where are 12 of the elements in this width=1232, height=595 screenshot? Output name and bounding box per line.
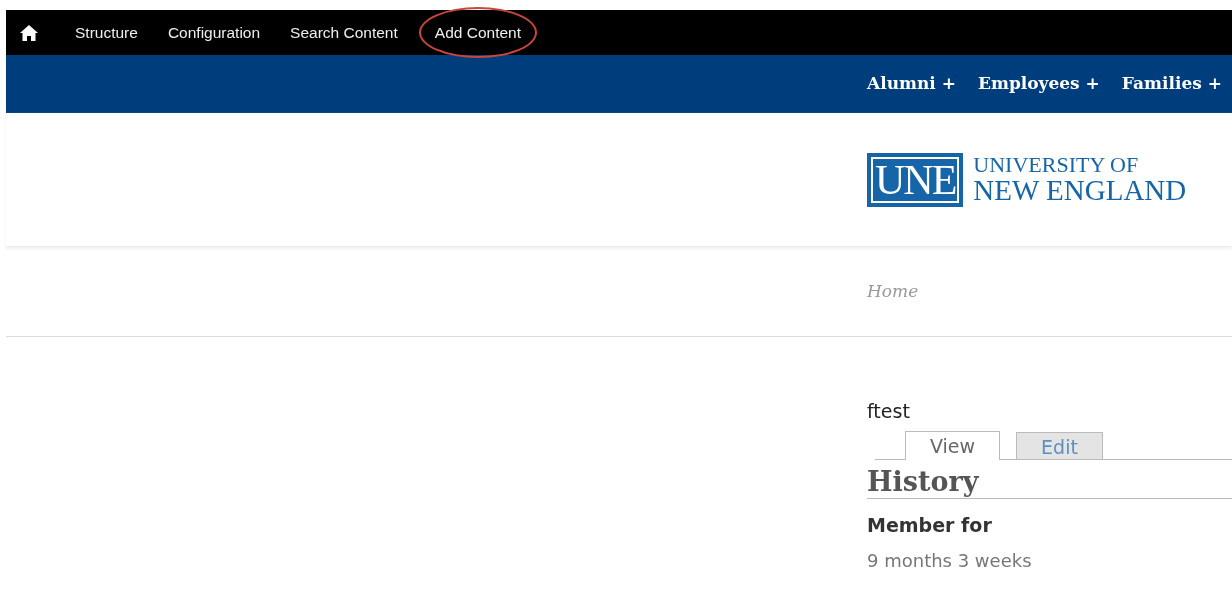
user-name: ftest [867, 399, 911, 424]
field-label: Member for [867, 512, 993, 538]
menu-link[interactable]: Alumni + [867, 71, 956, 97]
field-value: 9 months 3 weeks [867, 549, 1033, 574]
menu-link[interactable]: Search Content [275, 16, 413, 49]
tab[interactable]: View [905, 430, 1001, 460]
home-icon[interactable] [20, 24, 38, 41]
menu-link[interactable]: Employees + [978, 71, 1100, 97]
section-title: History [867, 465, 1232, 499]
menu-link[interactable]: Families + [1121, 71, 1222, 97]
menu-link[interactable]: Configuration [152, 16, 276, 49]
menu-link[interactable]: Structure [60, 16, 153, 49]
